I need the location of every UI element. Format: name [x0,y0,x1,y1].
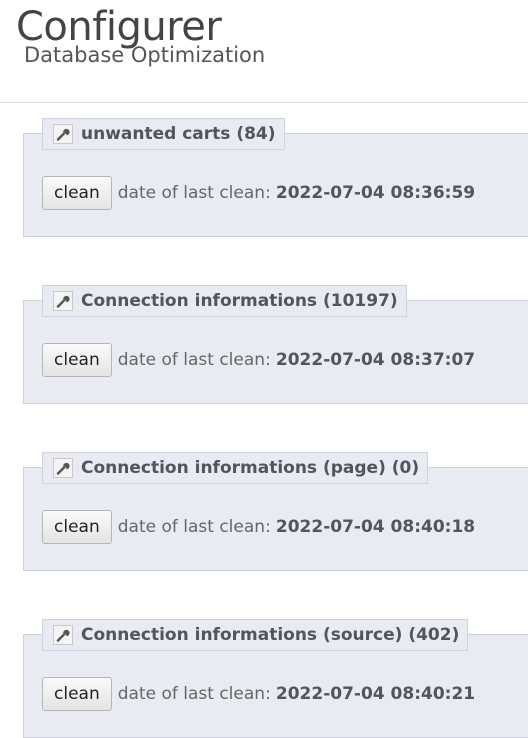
section-legend: Connection informations (source) (402) [42,619,469,651]
last-clean-label: date of last clean: [117,684,271,704]
last-clean-date: 2022-07-04 08:37:07 [275,350,476,370]
page-header: Configurer Database Optimization [0,0,528,103]
section-title: Connection informations (page) (0) [81,458,420,478]
section-connection-informations: Connection informations (10197) clean da… [23,285,528,404]
wrench-icon [53,291,73,311]
wrench-icon [53,625,73,645]
wrench-icon [53,124,73,144]
section-legend: Connection informations (10197) [42,285,407,317]
clean-row: clean date of last clean: 2022-07-04 08:… [42,510,475,544]
section-unwanted-carts: unwanted carts (84) clean date of last c… [23,118,528,237]
clean-button[interactable]: clean [42,176,112,210]
clean-button[interactable]: clean [42,343,112,377]
section-legend: Connection informations (page) (0) [42,452,429,484]
section-legend: unwanted carts (84) [42,118,285,150]
last-clean-label: date of last clean: [117,350,271,370]
page-subtitle: Database Optimization [24,43,266,67]
clean-row: clean date of last clean: 2022-07-04 08:… [42,343,475,377]
wrench-icon [53,458,73,478]
last-clean-label: date of last clean: [117,517,271,537]
clean-button[interactable]: clean [42,677,112,711]
section-connection-informations-source: Connection informations (source) (402) c… [23,619,528,738]
last-clean-label: date of last clean: [117,183,271,203]
section-title: Connection informations (10197) [81,291,398,311]
clean-button[interactable]: clean [42,510,112,544]
section-title: Connection informations (source) (402) [81,625,460,645]
section-title: unwanted carts (84) [81,124,276,144]
last-clean-date: 2022-07-04 08:36:59 [275,183,476,203]
section-connection-informations-page: Connection informations (page) (0) clean… [23,452,528,571]
last-clean-date: 2022-07-04 08:40:18 [275,517,476,537]
clean-row: clean date of last clean: 2022-07-04 08:… [42,176,475,210]
clean-row: clean date of last clean: 2022-07-04 08:… [42,677,475,711]
last-clean-date: 2022-07-04 08:40:21 [275,684,476,704]
